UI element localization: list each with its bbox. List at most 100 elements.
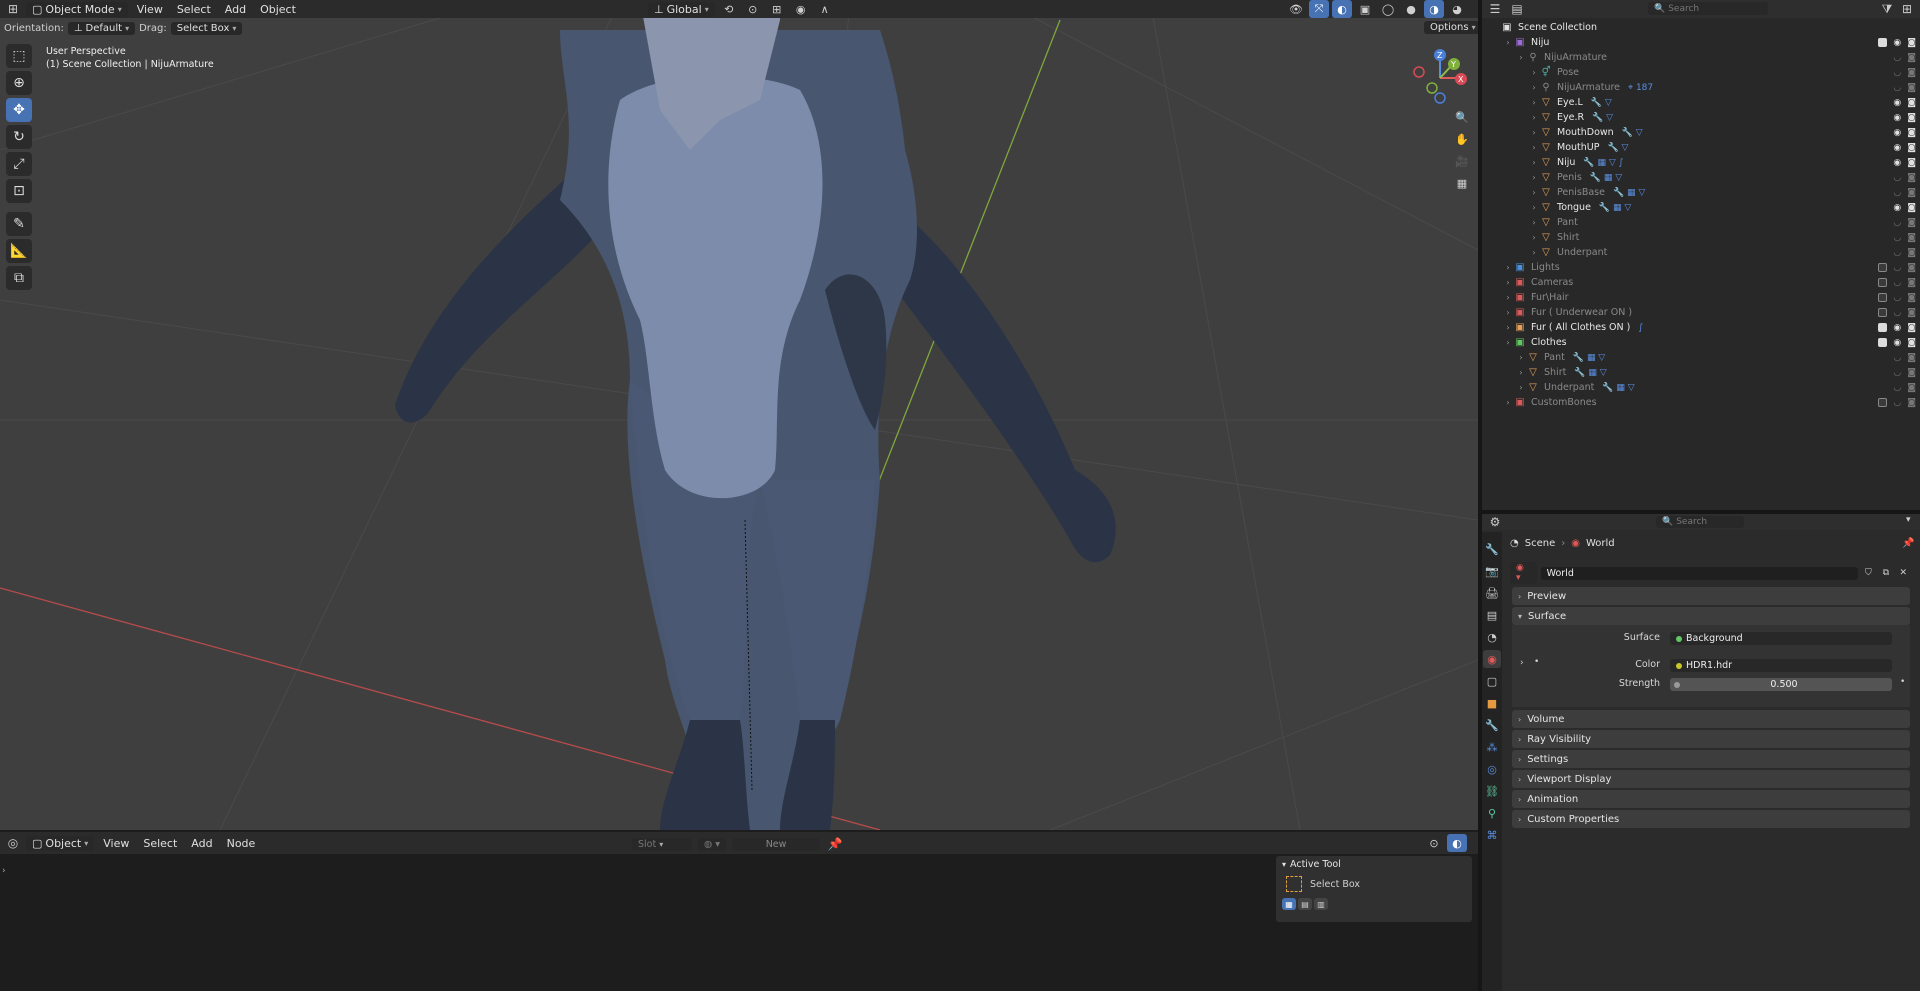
render-tab-icon[interactable]: 📷 <box>1483 562 1501 580</box>
outliner-row[interactable]: › ▽ Tongue 🔧 ▦ ▽ ◉ ◙ <box>1482 200 1920 215</box>
exclude-checkbox[interactable] <box>1878 337 1888 347</box>
outliner-row[interactable]: › ⚥ Pose ◡ ◙ <box>1482 65 1920 80</box>
color-texture-field[interactable]: HDR1.hdr <box>1670 659 1892 672</box>
panel-volume[interactable]: › Volume <box>1512 710 1910 728</box>
render-camera-icon[interactable]: ◙ <box>1907 98 1916 108</box>
eye-icon[interactable]: ◉ <box>1893 143 1901 153</box>
scene-tab-icon[interactable]: ◔ <box>1483 628 1501 646</box>
node-menu-node[interactable]: Node <box>222 836 261 851</box>
tool-tab-icon[interactable]: 🔧 <box>1483 540 1501 558</box>
shading-wireframe-icon[interactable]: ◯ <box>1378 0 1398 18</box>
add-cube-tool-icon[interactable]: ⧉ <box>6 266 32 290</box>
collapse-arrow-icon[interactable]: › <box>2 866 6 876</box>
expand-chevron-icon[interactable]: › <box>1529 248 1539 257</box>
outliner-row[interactable]: › ▣ Clothes ◉ ◙ <box>1482 335 1920 350</box>
eye-closed-icon[interactable]: ◡ <box>1893 68 1901 78</box>
panel-viewport-display[interactable]: › Viewport Display <box>1512 770 1910 788</box>
render-camera-icon[interactable]: ◙ <box>1907 323 1916 333</box>
world-name-field[interactable]: World <box>1540 566 1858 580</box>
outliner[interactable]: ☰ ▤ 🔍 Search ⧩ ⊞ ▣ Scene Collection › ▣ Niju ◉… <box>1482 0 1920 510</box>
expand-chevron-icon[interactable]: › <box>1529 113 1539 122</box>
select-mode-extend-icon[interactable]: ▤ <box>1298 898 1312 910</box>
expand-chevron-icon[interactable]: › <box>1503 38 1513 47</box>
pivot-icon[interactable]: ⟲ <box>719 0 739 18</box>
slot-dropdown[interactable]: Slot ▾ <box>632 837 692 851</box>
render-camera-icon[interactable]: ◙ <box>1907 113 1916 123</box>
render-camera-icon[interactable]: ◙ <box>1907 353 1916 363</box>
mode-dropdown[interactable]: ▢ Object Mode ▾ <box>26 1 128 17</box>
render-camera-icon[interactable]: ◙ <box>1907 368 1916 378</box>
node-object-dropdown[interactable]: ▢ Object ▾ <box>26 835 95 851</box>
render-camera-icon[interactable]: ◙ <box>1907 203 1916 213</box>
properties-editor-type-icon[interactable]: ⚙ <box>1486 514 1504 530</box>
expand-chevron-icon[interactable]: › <box>1529 233 1539 242</box>
outliner-row[interactable]: › ▽ Eye.L 🔧 ▽ ◉ ◙ <box>1482 95 1920 110</box>
eye-closed-icon[interactable]: ◡ <box>1893 308 1901 318</box>
render-camera-icon[interactable]: ◙ <box>1907 398 1916 408</box>
render-camera-icon[interactable]: ◙ <box>1907 38 1916 48</box>
expand-chevron-icon[interactable]: › <box>1529 173 1539 182</box>
eye-closed-icon[interactable]: ◡ <box>1893 263 1901 273</box>
output-tab-icon[interactable]: 🖨 <box>1483 584 1501 602</box>
active-tool-chevron-icon[interactable]: ▾ <box>1282 860 1286 869</box>
outliner-search[interactable]: 🔍 Search <box>1648 2 1768 15</box>
overlay-toggle-icon[interactable]: ◐ <box>1332 0 1352 18</box>
expand-chevron-icon[interactable]: › <box>1516 353 1526 362</box>
exclude-checkbox[interactable] <box>1878 37 1888 47</box>
expand-chevron-icon[interactable]: › <box>1529 203 1539 212</box>
outliner-row[interactable]: › ▽ Shirt ◡ ◙ <box>1482 230 1920 245</box>
world-browse-dropdown[interactable]: ◉ ▾ <box>1510 562 1537 584</box>
outliner-editor-type-icon[interactable]: ☰ <box>1486 0 1504 18</box>
display-mode-icon[interactable]: ▤ <box>1508 0 1526 18</box>
visibility-icon[interactable]: 👁 <box>1286 0 1306 18</box>
expand-chevron-icon[interactable]: › <box>1516 383 1526 392</box>
menu-object[interactable]: Object <box>255 2 301 17</box>
node-menu-view[interactable]: View <box>98 836 134 851</box>
panel-surface[interactable]: ▾ Surface <box>1512 607 1910 625</box>
eye-icon[interactable]: ◉ <box>1893 113 1901 123</box>
eye-icon[interactable]: ◉ <box>1893 338 1901 348</box>
expand-chevron-icon[interactable]: › <box>1503 293 1513 302</box>
scale-tool-icon[interactable]: ⤢ <box>6 152 32 176</box>
exclude-checkbox[interactable] <box>1878 277 1888 287</box>
shading-rendered-icon[interactable]: ◕ <box>1447 0 1467 18</box>
expand-chevron-icon[interactable]: › <box>1503 263 1513 272</box>
select-mode-new-icon[interactable]: ▦ <box>1282 898 1296 910</box>
node-menu-select[interactable]: Select <box>138 836 182 851</box>
expand-chevron-icon[interactable]: › <box>1529 83 1539 92</box>
panel-custom-properties[interactable]: › Custom Properties <box>1512 810 1910 828</box>
object-tab-icon[interactable]: ■ <box>1483 694 1501 712</box>
eye-icon[interactable]: ◉ <box>1893 128 1901 138</box>
measure-tool-icon[interactable]: 📐 <box>6 239 32 263</box>
menu-view[interactable]: View <box>132 2 168 17</box>
expand-chevron-icon[interactable]: › <box>1529 188 1539 197</box>
outliner-row[interactable]: › ▣ Fur\Hair ◡ ◙ <box>1482 290 1920 305</box>
eye-closed-icon[interactable]: ◡ <box>1893 368 1901 378</box>
rotate-tool-icon[interactable]: ↻ <box>6 125 32 149</box>
expand-chevron-icon[interactable]: › <box>1529 68 1539 77</box>
eye-closed-icon[interactable]: ◡ <box>1893 278 1901 288</box>
transform-tool-icon[interactable]: ⊡ <box>6 179 32 203</box>
render-camera-icon[interactable]: ◙ <box>1907 158 1916 168</box>
ortho-grid-icon[interactable]: ▦ <box>1452 174 1472 192</box>
color-expand-chevron-icon[interactable]: › <box>1520 658 1524 668</box>
eye-closed-icon[interactable]: ◡ <box>1893 398 1901 408</box>
outliner-row[interactable]: › ▽ MouthUP 🔧 ▽ ◉ ◙ <box>1482 140 1920 155</box>
texture-tab-icon[interactable]: ⌘ <box>1483 826 1501 844</box>
render-camera-icon[interactable]: ◙ <box>1907 248 1916 258</box>
filter-icon[interactable]: ⧩ <box>1878 0 1896 18</box>
material-browse-dropdown[interactable]: ◍ ▾ <box>698 837 727 851</box>
pan-hand-icon[interactable]: ✋ <box>1452 130 1472 148</box>
render-camera-icon[interactable]: ◙ <box>1907 218 1916 228</box>
outliner-row[interactable]: › ▽ Penis 🔧 ▦ ▽ ◡ ◙ <box>1482 170 1920 185</box>
outliner-row[interactable]: › ▣ Cameras ◡ ◙ <box>1482 275 1920 290</box>
node-editor[interactable]: ◎ ▢ Object ▾ View Select Add Node Slot ▾ ◍ … <box>0 832 1478 991</box>
new-collection-icon[interactable]: ⊞ <box>1898 0 1916 18</box>
exclude-checkbox[interactable] <box>1878 262 1888 272</box>
outliner-row[interactable]: › ▽ PenisBase 🔧 ▦ ▽ ◡ ◙ <box>1482 185 1920 200</box>
render-camera-icon[interactable]: ◙ <box>1907 83 1916 93</box>
render-camera-icon[interactable]: ◙ <box>1907 173 1916 183</box>
exclude-checkbox[interactable] <box>1878 307 1888 317</box>
collection-tab-icon[interactable]: ▢ <box>1483 672 1501 690</box>
render-camera-icon[interactable]: ◙ <box>1907 263 1916 273</box>
